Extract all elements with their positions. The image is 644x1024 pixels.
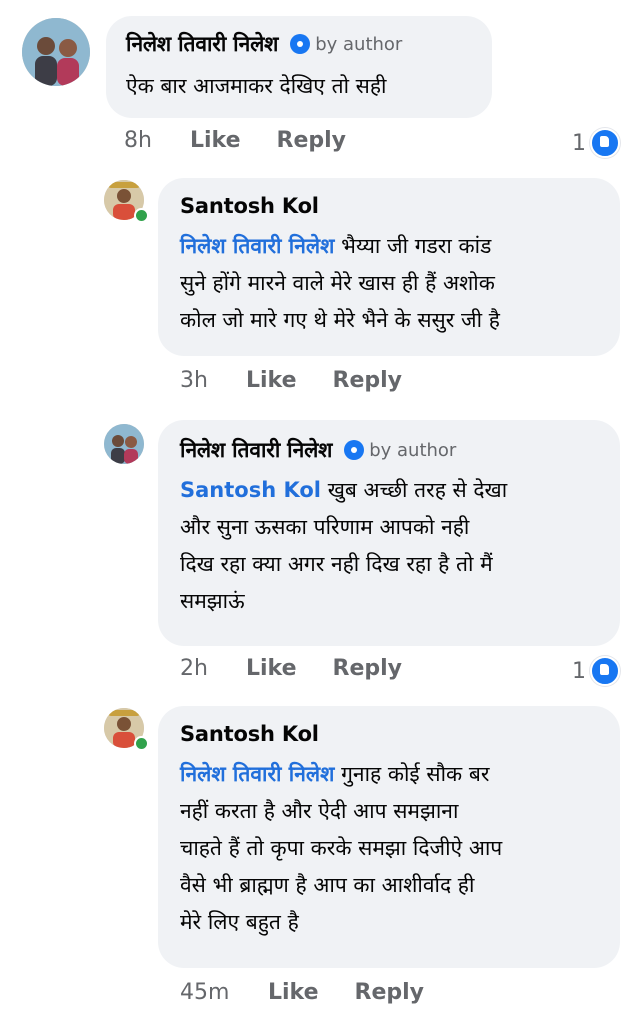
comment-text-line: खुब अच्छी तरह से देखा — [327, 478, 508, 502]
profile-photo-couple-icon — [22, 18, 90, 86]
reaction-count[interactable]: 1 — [572, 656, 620, 686]
comment-actions: 3h Like Reply — [180, 368, 402, 393]
profile-photo-couple-icon — [104, 424, 144, 464]
comment-text-line: समझाऊं — [180, 589, 245, 613]
comment-text-line: कोल जो मारे गए थे मेरे भैने के ससुर जी ह… — [180, 308, 500, 332]
comment-author[interactable]: निलेश तिवारी निलेश — [180, 436, 332, 464]
like-button[interactable]: Like — [246, 368, 297, 393]
comment-time[interactable]: 3h — [180, 368, 246, 393]
reply-button[interactable]: Reply — [355, 980, 425, 1005]
comment-body: Santosh Kol खुब अच्छी तरह से देखा और सुन… — [180, 472, 507, 620]
comment-text-line: सुने होंगे मारने वाले मेरे खास ही हैं अश… — [180, 271, 495, 295]
comment-text-line: मेरे लिए बहुत है — [180, 910, 299, 934]
reaction-number: 1 — [572, 130, 586, 156]
comment-text: ऐक बार आजमाकर देखिए तो सही — [126, 74, 387, 98]
comment-text-line: वैसे भी ब्राह्मण है आप का आशीर्वाद ही — [180, 873, 475, 897]
comment-body: निलेश तिवारी निलेश भैय्या जी गडरा कांड स… — [180, 228, 500, 339]
author-badge-label: by author — [315, 33, 403, 55]
like-reaction-icon — [590, 656, 620, 686]
author-badge-icon — [344, 440, 365, 460]
avatar[interactable] — [22, 18, 90, 86]
comment-author[interactable]: निलेश तिवारी निलेश — [126, 30, 278, 58]
comment-time[interactable]: 2h — [180, 656, 246, 681]
comment-actions: 45m Like Reply — [180, 980, 424, 1005]
comment-time[interactable]: 45m — [180, 980, 268, 1005]
author-badge-label: by author — [369, 439, 457, 461]
comment-bubble: Santosh Kol निलेश तिवारी निलेश गुनाह कोई… — [158, 706, 620, 968]
comment-actions: 2h Like Reply — [180, 656, 402, 681]
avatar[interactable] — [104, 424, 144, 464]
comment-text-line: दिख रहा क्या अगर नही दिख रहा है तो मैं — [180, 552, 493, 576]
author-badge: by author — [344, 440, 456, 461]
comment-author[interactable]: Santosh Kol — [180, 722, 319, 746]
author-badge-icon — [290, 34, 311, 54]
like-button[interactable]: Like — [190, 128, 241, 153]
comment-bubble: निलेश तिवारी निलेश by author ऐक बार आजमा… — [106, 16, 492, 118]
reaction-number: 1 — [572, 658, 586, 684]
reaction-count[interactable]: 1 — [572, 128, 620, 158]
mention-link[interactable]: निलेश तिवारी निलेश — [180, 762, 334, 786]
online-status-icon — [134, 736, 149, 751]
comment-1: निलेश तिवारी निलेश by author ऐक बार आजमा… — [0, 0, 644, 170]
like-button[interactable]: Like — [246, 656, 297, 681]
comment-text-line: गुनाह कोई सौक बर — [341, 762, 490, 786]
comment-text-line: और सुना ऊसका परिणाम आपको नही — [180, 515, 470, 539]
comment-bubble: निलेश तिवारी निलेश by author Santosh Kol… — [158, 420, 620, 646]
comment-text-line: चाहते हैं तो कृपा करके समझा दिजीऐ आप — [180, 836, 503, 860]
mention-link[interactable]: Santosh Kol — [180, 478, 321, 502]
reply-button[interactable]: Reply — [333, 656, 403, 681]
comment-3: निलेश तिवारी निलेश by author Santosh Kol… — [0, 414, 644, 698]
mention-link[interactable]: निलेश तिवारी निलेश — [180, 234, 334, 258]
comment-body: निलेश तिवारी निलेश गुनाह कोई सौक बर नहीं… — [180, 756, 502, 941]
comment-4: Santosh Kol निलेश तिवारी निलेश गुनाह कोई… — [0, 700, 644, 1024]
like-button[interactable]: Like — [268, 980, 319, 1005]
comment-text-line: नहीं करता है और ऐदी आप समझाना — [180, 799, 459, 823]
author-badge: by author — [290, 34, 402, 55]
like-reaction-icon — [590, 128, 620, 158]
comment-text-line: भैय्या जी गडरा कांड — [341, 234, 492, 258]
comment-time[interactable]: 8h — [124, 128, 190, 153]
reply-button[interactable]: Reply — [277, 128, 347, 153]
online-status-icon — [134, 208, 149, 223]
comment-author[interactable]: Santosh Kol — [180, 194, 319, 218]
comment-2: Santosh Kol निलेश तिवारी निलेश भैय्या जी… — [0, 172, 644, 412]
comment-actions: 8h Like Reply — [124, 128, 346, 153]
reply-button[interactable]: Reply — [333, 368, 403, 393]
comment-bubble: Santosh Kol निलेश तिवारी निलेश भैय्या जी… — [158, 178, 620, 356]
